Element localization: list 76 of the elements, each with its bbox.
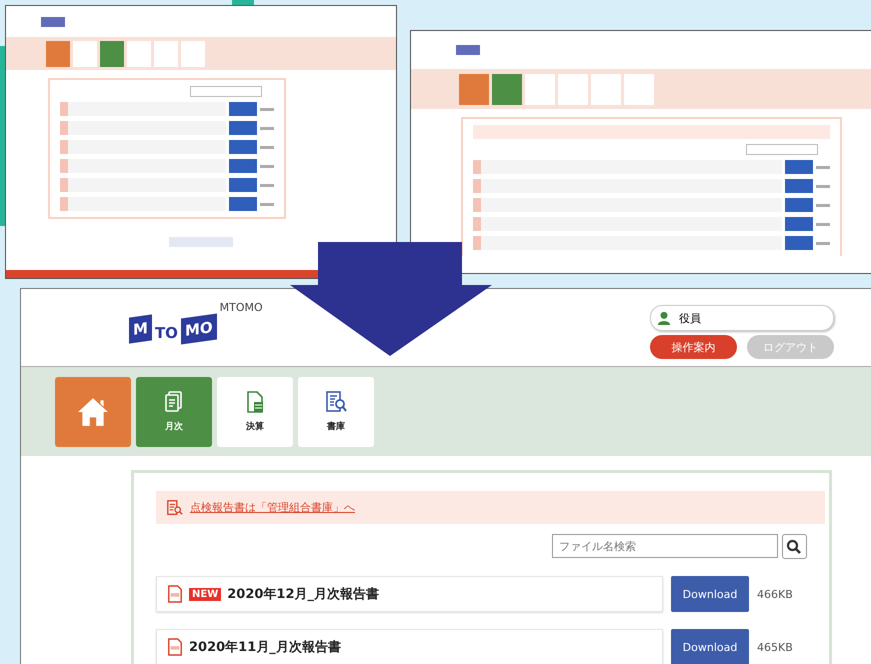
file-row[interactable]	[473, 236, 782, 250]
user-badge: 役員	[650, 305, 834, 331]
notice-link[interactable]: 点検報告書は「管理組合書庫」へ	[190, 500, 355, 515]
nav-tile[interactable]	[558, 74, 588, 104]
file-size	[260, 108, 274, 110]
nav-tile[interactable]	[459, 74, 489, 104]
search-field[interactable]	[190, 86, 262, 97]
file-row[interactable]	[60, 121, 226, 135]
download-button[interactable]: Download	[671, 576, 749, 612]
file-size	[260, 202, 274, 206]
download-button[interactable]	[229, 197, 257, 211]
download-button[interactable]	[785, 160, 813, 174]
pdf-file-icon	[167, 585, 183, 603]
download-button[interactable]	[785, 236, 813, 250]
download-button[interactable]	[785, 198, 813, 212]
pdf-file-icon	[167, 638, 183, 656]
down-arrow-icon	[290, 242, 492, 356]
file-row[interactable]	[60, 197, 226, 211]
file-size	[260, 164, 274, 168]
nav-tile[interactable]	[591, 74, 621, 104]
file-size	[260, 126, 274, 130]
file-size	[816, 166, 830, 168]
download-button[interactable]: Download	[671, 629, 749, 664]
file-row[interactable]: NEW 2020年12月_月次報告書	[156, 576, 663, 612]
nav-tile[interactable]	[525, 74, 555, 104]
nav-tile[interactable]	[127, 40, 151, 66]
file-row[interactable]	[60, 140, 226, 154]
nav-tile[interactable]	[55, 376, 131, 446]
download-button[interactable]	[785, 179, 813, 193]
file-row[interactable]	[60, 178, 226, 192]
logo-mark: TO	[154, 324, 178, 342]
nav-tile[interactable]	[46, 40, 70, 66]
download-button[interactable]	[229, 121, 257, 135]
file-row[interactable]	[473, 198, 782, 212]
nav-tile[interactable]: 書庫	[298, 376, 374, 446]
file-size	[816, 204, 830, 206]
user-icon	[657, 311, 671, 325]
header-button[interactable]: 操作案内	[650, 335, 737, 359]
file-row[interactable]	[473, 179, 782, 193]
nav-tile[interactable]	[100, 40, 124, 66]
file-row[interactable]	[60, 102, 226, 116]
file-size: 465KB	[757, 640, 793, 654]
nav-tile[interactable]: 決算	[217, 376, 293, 446]
nav-tile[interactable]	[624, 74, 654, 104]
file-size: 466KB	[757, 588, 793, 600]
document-search-icon	[324, 390, 348, 414]
file-row[interactable]	[60, 159, 226, 173]
logo-mark: MO	[180, 314, 217, 344]
nav-tile[interactable]	[181, 40, 205, 66]
file-size	[260, 184, 274, 186]
nav-tile[interactable]	[154, 40, 178, 66]
logo-mark: M	[129, 314, 152, 344]
file-size	[816, 242, 830, 244]
file-size	[260, 146, 274, 148]
search-button[interactable]	[782, 534, 807, 559]
file-row[interactable]: 2020年11月_月次報告書	[156, 629, 663, 664]
download-button[interactable]	[229, 140, 257, 154]
nav-tile[interactable]	[492, 74, 522, 104]
search-field[interactable]	[746, 144, 818, 155]
download-button[interactable]	[785, 217, 813, 231]
search-icon	[786, 538, 802, 554]
download-button[interactable]	[229, 159, 257, 173]
document-search-icon	[166, 498, 184, 516]
search-field[interactable]: ファイル名検索	[552, 534, 778, 558]
download-button[interactable]	[229, 102, 257, 116]
file-size	[816, 184, 830, 188]
new-badge: NEW	[189, 588, 222, 600]
download-button[interactable]	[229, 178, 257, 192]
file-row[interactable]	[473, 217, 782, 231]
nav-tile[interactable]	[73, 40, 97, 66]
logo-caption: MTOMO	[220, 301, 263, 314]
nav-tile[interactable]: 月次	[136, 376, 212, 446]
file-size	[816, 222, 830, 226]
file-name: 2020年11月_月次報告書	[189, 638, 341, 656]
file-name: 2020年12月_月次報告書	[227, 586, 380, 603]
file-row[interactable]	[473, 160, 782, 174]
